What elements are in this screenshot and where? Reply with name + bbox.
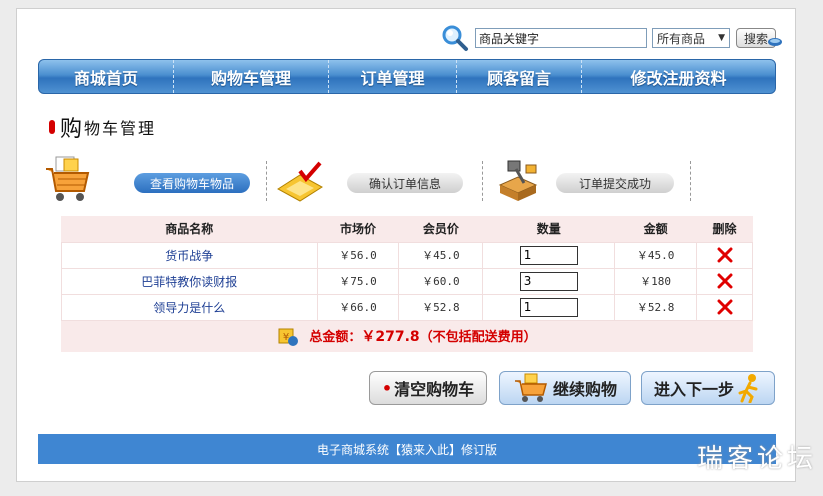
page-title: 购 物车管理 — [49, 111, 156, 143]
total-note: （不包括配送费用） — [419, 330, 537, 346]
title-bullet-icon — [49, 120, 55, 134]
table-row: 巴菲特教你读财报 ￥75.0 ￥60.0 ￥180 — [61, 267, 753, 295]
header-member-price: 会员价 — [398, 216, 483, 242]
line-amount: ￥180 — [614, 267, 698, 295]
header-quantity: 数量 — [482, 216, 615, 242]
line-amount: ￥45.0 — [614, 241, 698, 269]
shopping-cart-icon — [46, 156, 90, 201]
product-name-link[interactable]: 领导力是什么 — [61, 293, 318, 321]
search-button[interactable]: 搜索 — [736, 28, 782, 48]
tools-icon — [498, 160, 538, 201]
quantity-input[interactable] — [519, 297, 578, 317]
step-view-cart-label: 查看购物车物品 — [149, 176, 234, 191]
search-bar: 所有商品 ▼ 搜索 — [441, 23, 782, 53]
nav-item-profile[interactable]: 修改注册资料 — [582, 60, 775, 93]
clear-cart-label: 清空购物车 — [394, 380, 475, 399]
step-order-success: 订单提交成功 — [556, 173, 674, 193]
quantity-cell — [482, 267, 616, 295]
footer-text: 电子商城系统【猿来入此】修订版 — [316, 442, 497, 457]
nav-item-cart[interactable]: 购物车管理 — [174, 60, 329, 93]
search-input[interactable] — [475, 28, 647, 48]
market-price: ￥66.0 — [316, 293, 400, 321]
total-label: 总金额： — [309, 330, 362, 346]
step-order-success-label: 订单提交成功 — [578, 176, 651, 191]
nav-item-home[interactable]: 商城首页 — [39, 60, 174, 93]
step-divider — [690, 161, 691, 201]
page-title-rest: 物车管理 — [84, 119, 157, 138]
table-row: 领导力是什么 ￥66.0 ￥52.8 ￥52.8 — [61, 293, 753, 321]
cart-table: 商品名称 市场价 会员价 数量 金额 删除 货币战争 ￥56.0 ￥45.0 ￥… — [61, 216, 753, 352]
search-button-label: 搜索 — [743, 31, 768, 46]
money-icon: ¥ — [278, 328, 299, 347]
step-divider — [482, 161, 483, 201]
line-amount: ￥52.8 — [614, 293, 698, 321]
market-price: ￥56.0 — [316, 241, 400, 269]
continue-shopping-button[interactable]: 继续购物 — [499, 371, 631, 405]
delete-cell — [696, 293, 753, 321]
header-name: 商品名称 — [61, 216, 317, 242]
magnifier-icon — [442, 25, 468, 51]
quantity-cell — [482, 241, 616, 269]
header-amount: 金额 — [614, 216, 697, 242]
product-name-link[interactable]: 货币战争 — [61, 241, 318, 269]
nav-item-label: 订单管理 — [360, 68, 425, 88]
total-amount-text: 总金额：￥277.8（不包括配送费用） — [309, 326, 536, 346]
quantity-cell — [482, 293, 616, 321]
continue-shopping-label: 继续购物 — [552, 380, 617, 399]
nav-item-label: 购物车管理 — [210, 68, 291, 88]
next-step-label: 进入下一步 — [653, 380, 734, 399]
table-row: 货币战争 ￥56.0 ￥45.0 ￥45.0 — [61, 241, 753, 269]
main-nav: 商城首页 购物车管理 订单管理 顾客留言 修改注册资料 — [38, 59, 776, 94]
shopping-cart-icon — [514, 373, 547, 402]
header-delete: 删除 — [696, 216, 753, 242]
running-figure-icon — [738, 374, 758, 403]
clear-cart-button[interactable]: • 清空购物车 — [369, 371, 487, 405]
delete-x-icon[interactable] — [717, 273, 733, 289]
checkout-steps: 查看购物车物品 确认订单信息 订单提交成功 — [42, 155, 692, 205]
total-wrap: ¥ 总金额：￥277.8（不包括配送费用） — [62, 325, 753, 347]
nav-item-orders[interactable]: 订单管理 — [329, 60, 457, 93]
nav-item-label: 顾客留言 — [486, 68, 551, 88]
page-title-first-char: 购 — [60, 117, 83, 142]
total-amount: ￥277.8 — [361, 329, 420, 346]
member-price: ￥45.0 — [398, 241, 484, 269]
search-button-icon — [768, 38, 782, 46]
market-price: ￥75.0 — [316, 267, 400, 295]
delete-x-icon[interactable] — [717, 247, 733, 263]
next-step-button[interactable]: 进入下一步 — [641, 371, 775, 405]
step-confirm-order: 确认订单信息 — [347, 173, 463, 193]
footer: 电子商城系统【猿来入此】修订版 — [38, 434, 776, 464]
quantity-input[interactable] — [519, 245, 578, 265]
product-name-link[interactable]: 巴菲特教你读财报 — [61, 267, 318, 295]
total-row: ¥ 总金额：￥277.8（不包括配送费用） — [61, 320, 753, 352]
header-market-price: 市场价 — [317, 216, 399, 242]
quantity-input[interactable] — [519, 271, 578, 291]
nav-item-label: 修改注册资料 — [630, 68, 727, 88]
step-confirm-order-label: 确认订单信息 — [368, 176, 441, 191]
chevron-down-icon: ▼ — [718, 33, 725, 43]
delete-cell — [696, 267, 753, 295]
table-header-row: 商品名称 市场价 会员价 数量 金额 删除 — [61, 216, 753, 242]
nav-item-label: 商城首页 — [73, 68, 138, 88]
delete-cell — [696, 241, 753, 269]
nav-item-messages[interactable]: 顾客留言 — [457, 60, 582, 93]
delete-x-icon[interactable] — [717, 299, 733, 315]
category-select-value: 所有商品 — [657, 31, 706, 46]
category-select[interactable]: 所有商品 ▼ — [652, 28, 730, 48]
step-view-cart: 查看购物车物品 — [134, 173, 250, 193]
page-frame: 所有商品 ▼ 搜索 商城首页 购物车管理 订单管理 顾客留言 修改注册资料 购 … — [16, 8, 796, 482]
bullet-icon: • — [381, 378, 393, 398]
calculator-check-icon — [277, 161, 323, 202]
total-cell: ¥ 总金额：￥277.8（不包括配送费用） — [61, 320, 753, 352]
watermark: 瑞客论坛 — [697, 444, 818, 474]
member-price: ￥60.0 — [398, 267, 484, 295]
step-divider — [266, 161, 267, 201]
member-price: ￥52.8 — [398, 293, 484, 321]
